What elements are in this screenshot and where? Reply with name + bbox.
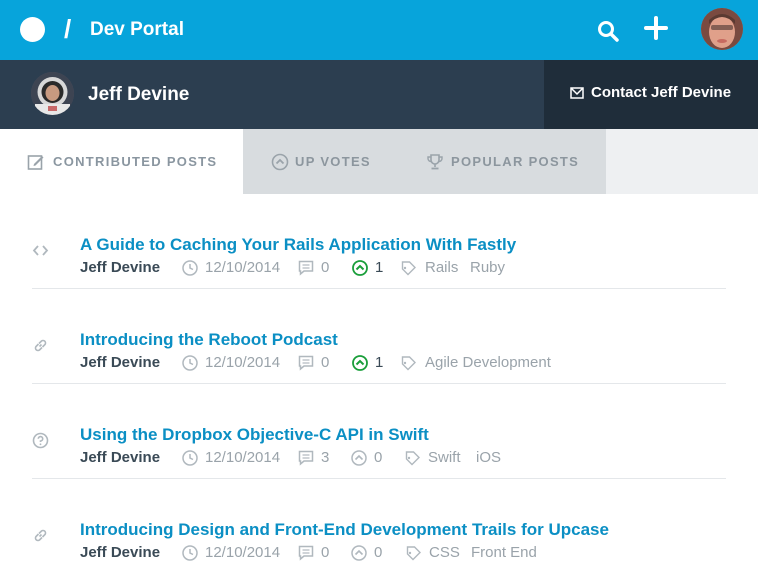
comment-count: 3 — [321, 449, 330, 466]
post-author[interactable]: Jeff Devine — [80, 353, 160, 373]
profile-header: Jeff Devine Contact Jeff Devine — [0, 60, 758, 129]
profile-avatar — [31, 72, 74, 115]
upvote-icon[interactable] — [352, 355, 368, 371]
link-icon — [32, 527, 49, 544]
list-item: Introducing the Reboot Podcast Jeff Devi… — [32, 289, 726, 384]
tab-label: UP VOTES — [295, 154, 371, 169]
upvote-icon[interactable] — [351, 545, 367, 561]
plus-icon[interactable] — [643, 15, 669, 41]
post-title-link[interactable]: Introducing Design and Front-End Develop… — [80, 519, 609, 541]
tab-popular-posts[interactable]: POPULAR POSTS — [398, 129, 606, 194]
tag-icon — [404, 450, 420, 466]
list-item: Using the Dropbox Objective-C API in Swi… — [32, 384, 726, 479]
post-date: 12/10/2014 — [205, 259, 281, 276]
pencil-square-icon — [27, 153, 45, 171]
vote-count: 1 — [375, 259, 384, 276]
clock-icon — [182, 260, 198, 276]
list-item: A Guide to Caching Your Rails Applicatio… — [32, 194, 726, 289]
post-title-link[interactable]: Using the Dropbox Objective-C API in Swi… — [80, 424, 429, 446]
post-tag[interactable]: CSS — [429, 543, 460, 563]
post-date: 12/10/2014 — [205, 544, 281, 561]
post-date: 12/10/2014 — [205, 354, 281, 371]
link-icon — [32, 337, 49, 354]
post-author[interactable]: Jeff Devine — [80, 258, 160, 278]
search-icon[interactable] — [596, 19, 620, 43]
breadcrumb-separator: / — [64, 14, 72, 44]
clock-icon — [182, 355, 198, 371]
mail-icon — [570, 86, 584, 99]
vote-count: 0 — [374, 544, 383, 561]
vote-count: 0 — [374, 449, 383, 466]
tag-icon — [400, 260, 416, 276]
post-tag[interactable]: iOS — [476, 448, 501, 468]
comment-count: 0 — [321, 259, 330, 276]
post-title-link[interactable]: A Guide to Caching Your Rails Applicatio… — [80, 234, 516, 256]
user-avatar[interactable] — [701, 8, 743, 50]
post-author[interactable]: Jeff Devine — [80, 448, 160, 468]
clock-icon — [182, 545, 198, 561]
comment-icon — [298, 355, 314, 371]
trophy-icon — [426, 153, 444, 171]
vote-count: 1 — [375, 354, 384, 371]
contact-button-label: Contact Jeff Devine — [591, 84, 732, 101]
upvote-circle-icon — [271, 153, 289, 171]
post-tag[interactable]: Ruby — [470, 258, 505, 278]
tab-label: CONTRIBUTED POSTS — [53, 154, 218, 169]
contact-button[interactable]: Contact Jeff Devine — [544, 60, 758, 129]
post-tag[interactable]: Rails — [425, 258, 458, 278]
logo-icon[interactable] — [20, 17, 45, 42]
comment-icon — [298, 260, 314, 276]
profile-name: Jeff Devine — [88, 84, 190, 105]
tag-icon — [405, 545, 421, 561]
profile-tabs: CONTRIBUTED POSTS UP VOTES POPULAR POSTS — [0, 129, 758, 194]
tab-label: POPULAR POSTS — [451, 154, 580, 169]
comment-icon — [298, 450, 314, 466]
comment-count: 0 — [321, 544, 330, 561]
upvote-icon[interactable] — [351, 450, 367, 466]
post-tag[interactable]: Front End — [471, 543, 537, 563]
comment-icon — [298, 545, 314, 561]
tag-icon — [400, 355, 416, 371]
tab-up-votes[interactable]: UP VOTES — [243, 129, 398, 194]
question-icon — [32, 432, 49, 449]
post-tag[interactable]: Swift — [428, 448, 461, 468]
portal-title[interactable]: Dev Portal — [90, 17, 184, 43]
post-date: 12/10/2014 — [205, 449, 281, 466]
top-navigation-bar: / Dev Portal — [0, 0, 758, 60]
comment-count: 0 — [321, 354, 330, 371]
upvote-icon[interactable] — [352, 260, 368, 276]
clock-icon — [182, 450, 198, 466]
list-item: Introducing Design and Front-End Develop… — [32, 479, 726, 574]
post-title-link[interactable]: Introducing the Reboot Podcast — [80, 329, 338, 351]
post-tag[interactable]: Agile Development — [425, 353, 551, 373]
code-icon — [32, 242, 49, 259]
post-author[interactable]: Jeff Devine — [80, 543, 160, 563]
tab-contributed-posts[interactable]: CONTRIBUTED POSTS — [0, 129, 243, 194]
